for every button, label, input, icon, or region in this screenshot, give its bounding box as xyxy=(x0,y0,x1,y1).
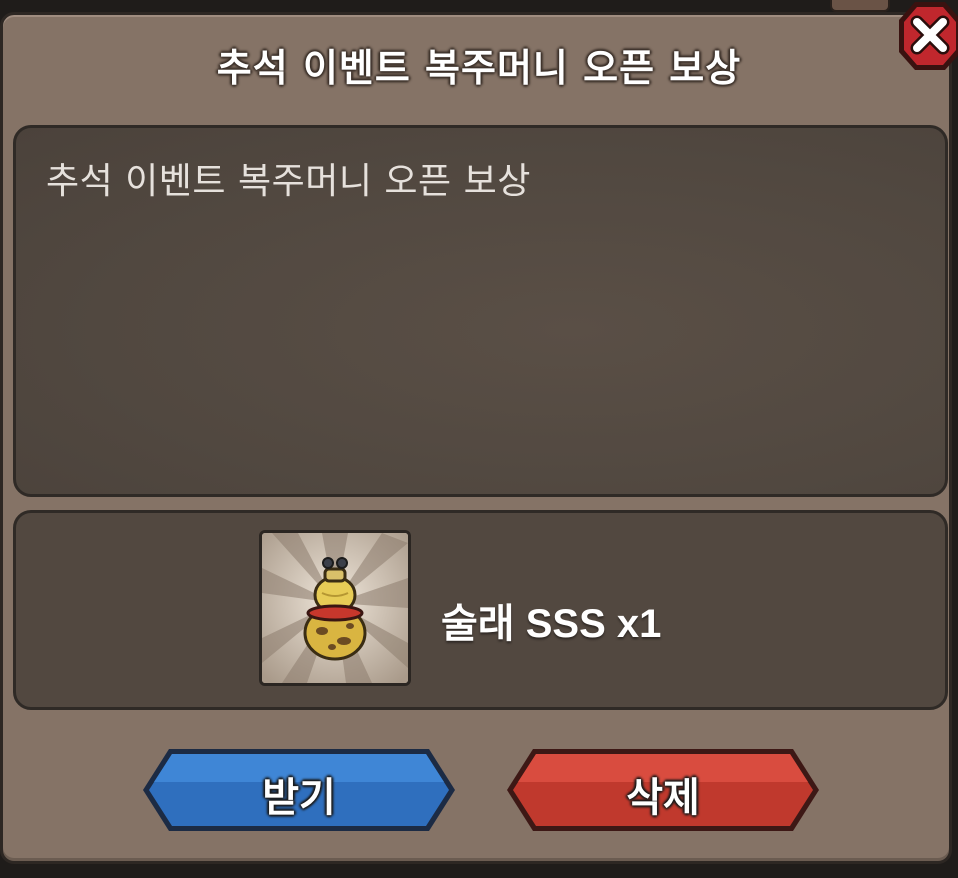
receive-button-label: 받기 xyxy=(262,775,336,821)
reward-mail-dialog: 추석 이벤트 복주머니 오픈 보상 추석 이벤트 복주머니 오픈 보상 술래 S… xyxy=(0,12,952,864)
delete-button[interactable]: 삭제 xyxy=(503,745,823,835)
background-ui-fragment xyxy=(830,0,890,12)
gourd-bottle-icon xyxy=(262,533,408,683)
receive-button[interactable]: 받기 xyxy=(139,745,459,835)
dialog-title: 추석 이벤트 복주머니 오픈 보상 xyxy=(216,46,742,90)
reward-item-slot[interactable] xyxy=(259,530,411,686)
close-button[interactable] xyxy=(893,0,958,80)
close-icon xyxy=(899,2,958,70)
reward-panel: 술래 SSS x1 xyxy=(13,510,948,710)
message-body: 추석 이벤트 복주머니 오픈 보상 xyxy=(46,161,531,202)
delete-button-label: 삭제 xyxy=(626,775,700,821)
message-panel: 추석 이벤트 복주머니 오픈 보상 xyxy=(13,125,948,497)
game-screen: 추석 이벤트 복주머니 오픈 보상 추석 이벤트 복주머니 오픈 보상 술래 S… xyxy=(0,0,958,878)
reward-item-label: 술래 SSS x1 xyxy=(441,602,662,646)
